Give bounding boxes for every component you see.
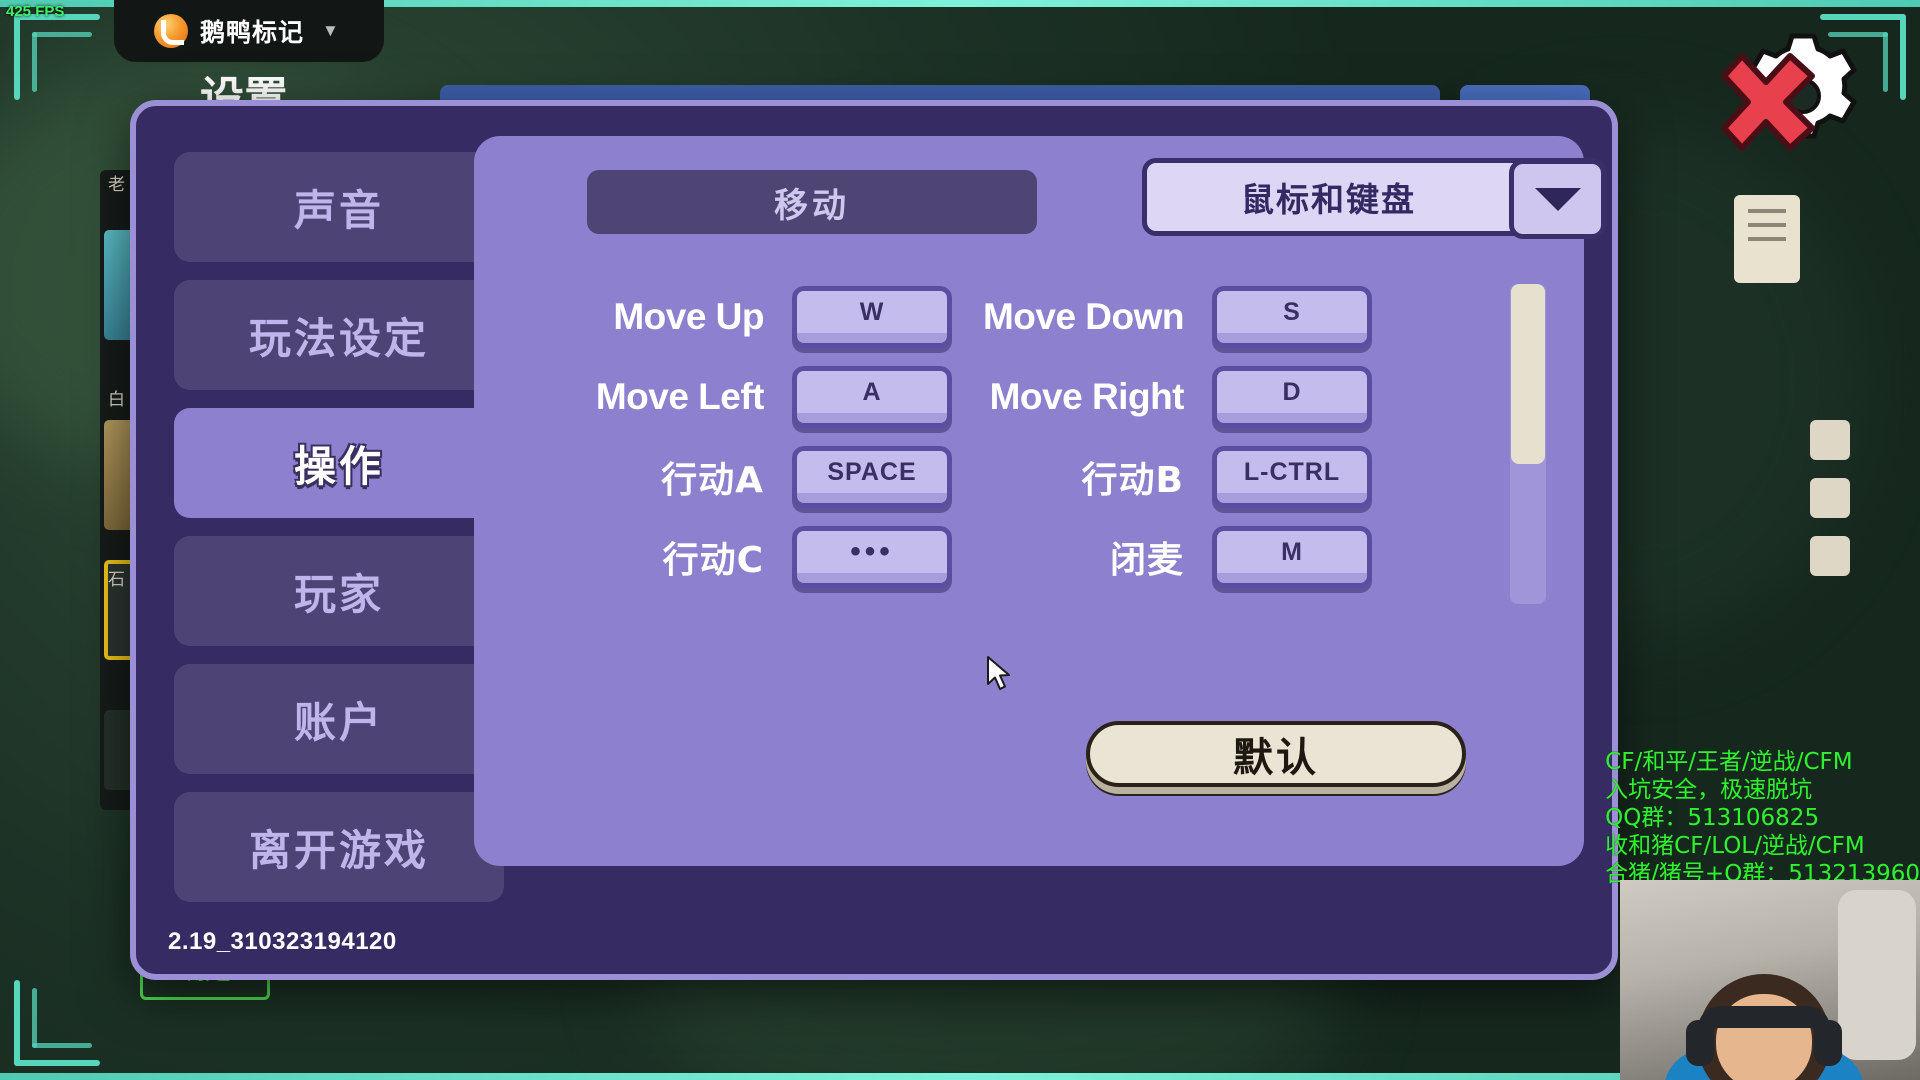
binding-label: 闭麦: [1109, 540, 1184, 581]
keycap-label: W: [797, 291, 947, 333]
keycap-label: D: [1217, 371, 1367, 413]
keycap-label: •••: [797, 531, 947, 573]
reset-to-default-button[interactable]: 默认: [1086, 721, 1466, 787]
keycap-base: [797, 573, 947, 583]
keycap-label: S: [1217, 291, 1367, 333]
keycap-move-left[interactable]: A: [792, 366, 952, 428]
fps-counter: 425 FPS: [6, 3, 65, 20]
app-title-pill[interactable]: 鹅鸭标记 ▼: [114, 0, 384, 62]
sidebar-item-gameplay[interactable]: 玩法设定: [174, 280, 504, 390]
chair: [1838, 890, 1916, 1060]
binding-label: Move Left: [595, 376, 765, 417]
keycap-action-a[interactable]: SPACE: [792, 446, 952, 508]
headphone-right-cup-icon: [1814, 1020, 1842, 1066]
pane-header: 移动 鼠标和键盘: [474, 136, 1607, 256]
binding-label: Move Right: [989, 376, 1185, 417]
frame-corner-bottom-left: [14, 946, 134, 1066]
input-device-select[interactable]: 鼠标和键盘: [1142, 158, 1607, 239]
reset-default-label: 默认: [1233, 735, 1319, 781]
sidebar-item-players[interactable]: 玩家: [174, 536, 504, 646]
headphone-band: [1698, 1006, 1830, 1028]
settings-sidebar: 声音 玩法设定 操作 玩家 账户 离开游戏: [174, 152, 504, 920]
sidebar-item-sound[interactable]: 声音: [174, 152, 504, 262]
keycap-action-b[interactable]: L-CTRL: [1212, 446, 1372, 508]
scrollbar-thumb[interactable]: [1511, 284, 1545, 464]
background-label: 白: [108, 390, 125, 410]
background-label: 石: [108, 570, 125, 590]
cursor-arrow-icon: [987, 656, 1010, 690]
sidebar-item-controls[interactable]: 操作: [174, 408, 504, 518]
chevron-down-icon[interactable]: ▼: [322, 21, 339, 41]
headphone-left-cup-icon: [1686, 1020, 1714, 1066]
background-label: 老: [108, 175, 125, 195]
keycap-action-c[interactable]: •••: [792, 526, 952, 588]
chevron-down-glyph: [1534, 188, 1581, 211]
category-tab-movement[interactable]: 移动: [587, 170, 1037, 234]
sidebar-item-label: 玩家: [293, 569, 384, 619]
sidebar-item-label: 玩法设定: [248, 313, 429, 363]
sidebar-item-label: 声音: [293, 185, 384, 235]
sidebar-item-label: 操作: [293, 441, 384, 491]
category-tab-label: 移动: [774, 185, 850, 226]
keycap-label: A: [797, 371, 947, 413]
sidebar-item-quit-game[interactable]: 离开游戏: [174, 792, 504, 902]
binding-label: 行动A: [661, 460, 764, 501]
keycap-base: [1217, 333, 1367, 343]
ad-line: CF/和平/王者/逆战/CFM: [1605, 749, 1853, 775]
app-logo-icon: [154, 14, 188, 48]
keycap-mute-mic[interactable]: M: [1212, 526, 1372, 588]
sidebar-item-label: 账户: [293, 697, 384, 747]
keycap-label: SPACE: [797, 451, 947, 493]
settings-modal: 声音 玩法设定 操作 玩家 账户 离开游戏 移动 鼠标和键盘 Move Up W…: [130, 100, 1618, 980]
chevron-down-icon[interactable]: [1509, 159, 1606, 239]
game-screen: 设置 老 白 石 确定 425 FPS 鹅鸭标记 ▼: [0, 0, 1920, 1080]
mouse-cursor: [986, 655, 1012, 698]
keycap-label: L-CTRL: [1217, 451, 1367, 493]
close-settings-button[interactable]: [1718, 28, 1868, 168]
binding-label: Move Down: [982, 296, 1185, 337]
keycap-move-right[interactable]: D: [1212, 366, 1372, 428]
ad-line: 入坑安全，极速脱坑: [1605, 777, 1813, 803]
streamer-webcam: [1620, 880, 1920, 1080]
version-label: 2.19_310323194120: [168, 928, 397, 955]
clipboard-icon: [1734, 195, 1800, 283]
keycap-move-down[interactable]: S: [1212, 286, 1372, 348]
keycap-base: [1217, 493, 1367, 503]
ad-line: 收和猪CF/LOL/逆战/CFM: [1605, 833, 1865, 859]
keycap-base: [1217, 413, 1367, 423]
keycap-base: [797, 493, 947, 503]
keycap-move-up[interactable]: W: [792, 286, 952, 348]
gear-x-icon: [1721, 33, 1857, 151]
keycap-base: [797, 413, 947, 423]
pane-scrollbar[interactable]: [1510, 284, 1546, 604]
background-right-icons: [1810, 420, 1850, 594]
keybinding-grid: Move Up W Move Down S Move Left A Move R…: [554, 286, 1504, 588]
sidebar-item-label: 离开游戏: [248, 825, 429, 875]
controls-pane: 移动 鼠标和键盘 Move Up W Move Down S Move Left…: [474, 136, 1607, 866]
ad-line: QQ群：513106825: [1605, 805, 1820, 831]
binding-label: Move Up: [613, 296, 764, 337]
stream-overlay-text: CF/和平/王者/逆战/CFM 入坑安全，极速脱坑 QQ群：513106825 …: [1605, 748, 1920, 888]
app-title-label: 鹅鸭标记: [200, 18, 305, 47]
binding-label: 行动C: [662, 540, 764, 581]
keycap-base: [797, 333, 947, 343]
sidebar-item-account[interactable]: 账户: [174, 664, 504, 774]
keycap-label: M: [1217, 531, 1367, 573]
keycap-base: [1217, 573, 1367, 583]
binding-label: 行动B: [1081, 460, 1184, 501]
